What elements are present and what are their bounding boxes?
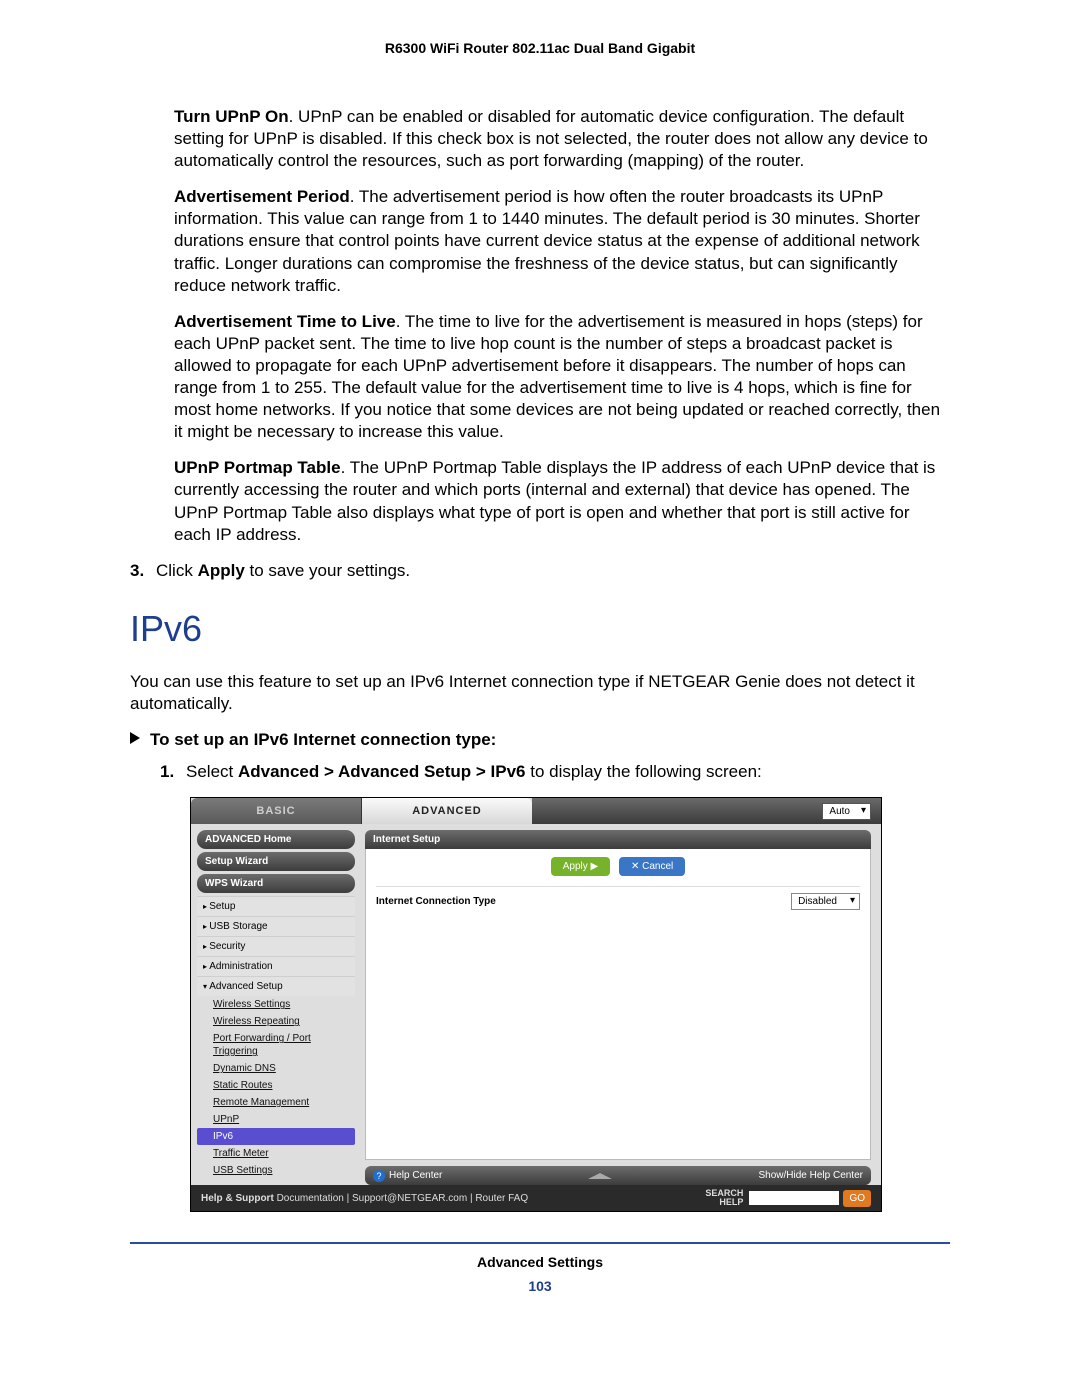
sidebar-sub-wireless[interactable]: Wireless Settings	[197, 996, 355, 1013]
cancel-button[interactable]: ✕ Cancel	[619, 857, 685, 876]
step-3-b: Apply	[198, 561, 245, 580]
sidebar-setup[interactable]: Setup	[197, 896, 355, 916]
para-adv-period: Advertisement Period. The advertisement …	[174, 186, 950, 296]
search-label-2: HELP	[719, 1197, 743, 1207]
footer-rule	[130, 1242, 950, 1244]
step-3-a: Click	[156, 561, 198, 580]
sidebar-sub-usbset[interactable]: USB Settings	[197, 1162, 355, 1179]
procedure-heading: To set up an IPv6 Internet connection ty…	[130, 729, 950, 751]
tab-advanced[interactable]: ADVANCED	[362, 798, 532, 824]
question-icon: ?	[373, 1170, 385, 1182]
go-button[interactable]: GO	[843, 1190, 871, 1207]
sidebar: ADVANCED Home Setup Wizard WPS Wizard Se…	[191, 824, 361, 1185]
sub1-b: Advanced > Advanced Setup > IPv6	[238, 762, 526, 781]
sidebar-sub-ipv6[interactable]: IPv6	[197, 1128, 355, 1145]
para-portmap: UPnP Portmap Table. The UPnP Portmap Tab…	[174, 457, 950, 545]
chevron-up-icon[interactable]	[588, 1173, 612, 1179]
para-ttl: Advertisement Time to Live. The time to …	[174, 311, 950, 444]
sidebar-adv-setup[interactable]: Advanced Setup	[197, 976, 355, 996]
sidebar-sub-repeating[interactable]: Wireless Repeating	[197, 1013, 355, 1030]
sidebar-usb[interactable]: USB Storage	[197, 916, 355, 936]
ipv6-intro: You can use this feature to set up an IP…	[130, 671, 950, 715]
sub-step-1: 1.Select Advanced > Advanced Setup > IPv…	[160, 761, 950, 783]
page-number: 103	[0, 1278, 1080, 1294]
portmap-lead: UPnP Portmap Table	[174, 458, 341, 477]
adv-period-lead: Advertisement Period	[174, 187, 350, 206]
tab-basic[interactable]: BASIC	[191, 798, 362, 824]
conn-type-label: Internet Connection Type	[376, 895, 496, 908]
ttl-lead: Advertisement Time to Live	[174, 312, 396, 331]
sub1-a: Select	[186, 762, 238, 781]
triangle-icon	[130, 732, 140, 744]
step-3-c: to save your settings.	[245, 561, 410, 580]
doc-header: R6300 WiFi Router 802.11ac Dual Band Gig…	[0, 40, 1080, 56]
help-center-bar[interactable]: ? Help Center Show/Hide Help Center	[365, 1166, 871, 1185]
step-3: 3.Click Apply to save your settings.	[130, 560, 950, 582]
apply-button[interactable]: Apply ▶	[551, 857, 610, 876]
support-links[interactable]: Documentation | Support@NETGEAR.com | Ro…	[277, 1193, 529, 1204]
panel-body: Apply ▶ ✕ Cancel Internet Connection Typ…	[365, 849, 871, 1160]
ttl-text: . The time to live for the advertisement…	[174, 312, 940, 441]
sidebar-sub-remote[interactable]: Remote Management	[197, 1094, 355, 1111]
sidebar-setup-wizard[interactable]: Setup Wizard	[197, 852, 355, 871]
sidebar-admin[interactable]: Administration	[197, 956, 355, 976]
support-lead: Help & Support	[201, 1193, 277, 1204]
procedure-text: To set up an IPv6 Internet connection ty…	[150, 730, 496, 749]
sub-step-1-num: 1.	[160, 761, 186, 783]
panel-title: Internet Setup	[365, 830, 871, 849]
step-3-num: 3.	[130, 560, 156, 582]
section-ipv6-heading: IPv6	[130, 606, 950, 653]
sidebar-sub-upnp[interactable]: UPnP	[197, 1111, 355, 1128]
sidebar-home[interactable]: ADVANCED Home	[197, 830, 355, 849]
support-bar: Help & Support Documentation | Support@N…	[191, 1185, 881, 1211]
help-center-label: Help Center	[389, 1169, 442, 1182]
sidebar-wps-wizard[interactable]: WPS Wizard	[197, 874, 355, 893]
sub1-c: to display the following screen:	[526, 762, 762, 781]
para-upnp: Turn UPnP On. UPnP can be enabled or dis…	[174, 106, 950, 172]
sidebar-sub-portfwd[interactable]: Port Forwarding / Port Triggering	[197, 1030, 355, 1060]
conn-type-select[interactable]: Disabled	[791, 893, 860, 910]
show-hide-help[interactable]: Show/Hide Help Center	[758, 1169, 863, 1182]
sidebar-sub-static[interactable]: Static Routes	[197, 1077, 355, 1094]
footer-label: Advanced Settings	[0, 1254, 1080, 1270]
search-input[interactable]	[749, 1191, 839, 1205]
auto-select[interactable]: Auto	[822, 803, 871, 820]
router-ui-screenshot: BASIC ADVANCED Auto ADVANCED Home Setup …	[190, 797, 882, 1212]
upnp-lead: Turn UPnP On	[174, 107, 289, 126]
sidebar-sub-traffic[interactable]: Traffic Meter	[197, 1145, 355, 1162]
sidebar-security[interactable]: Security	[197, 936, 355, 956]
sidebar-sub-ddns[interactable]: Dynamic DNS	[197, 1060, 355, 1077]
